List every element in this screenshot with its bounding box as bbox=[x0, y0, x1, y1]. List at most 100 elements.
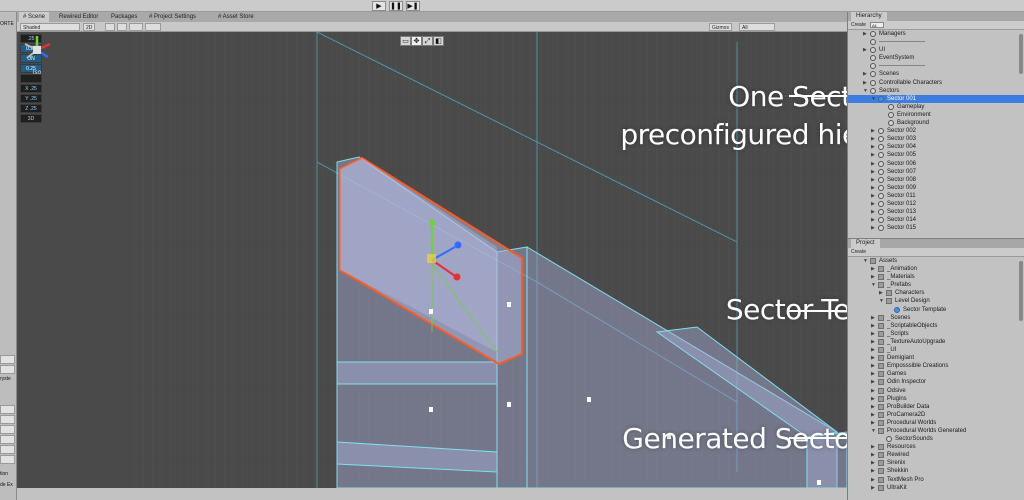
tree-row[interactable]: ▶ Sirenix bbox=[848, 459, 1024, 467]
custom-tool-icon[interactable]: ◧ bbox=[433, 36, 444, 46]
lighting-toggle[interactable] bbox=[105, 23, 115, 31]
expand-right-icon[interactable]: ▶ bbox=[871, 314, 877, 322]
snap-setting[interactable]: 3D bbox=[20, 114, 42, 123]
tab-asset-store[interactable]: # Asset Store bbox=[214, 12, 258, 22]
expand-right-icon[interactable]: ▶ bbox=[871, 143, 877, 151]
tab-scene[interactable]: # Scene bbox=[19, 12, 50, 22]
tree-row[interactable]: ▶ Rewired bbox=[848, 451, 1024, 459]
expand-right-icon[interactable]: ▶ bbox=[871, 387, 877, 395]
tree-row[interactable]: ▶ Sector 009 bbox=[848, 184, 1024, 192]
expand-right-icon[interactable]: ▶ bbox=[871, 208, 877, 216]
shading-mode-dropdown[interactable]: Shaded bbox=[20, 23, 80, 31]
expand-right-icon[interactable]: ▶ bbox=[871, 443, 877, 451]
tree-row[interactable]: Gameplay bbox=[848, 103, 1024, 111]
snap-setting[interactable]: Y .25 bbox=[20, 94, 42, 103]
project-tab[interactable]: Project bbox=[848, 239, 1024, 248]
expand-right-icon[interactable]: ▶ bbox=[871, 184, 877, 192]
expand-down-icon[interactable]: ▼ bbox=[863, 257, 869, 265]
expand-right-icon[interactable]: ▶ bbox=[871, 362, 877, 370]
expand-right-icon[interactable]: ▶ bbox=[871, 200, 877, 208]
tree-row[interactable]: ▶ Scenes bbox=[848, 70, 1024, 78]
rect-tool-icon[interactable]: ▭ bbox=[400, 36, 411, 46]
expand-right-icon[interactable]: ▶ bbox=[871, 459, 877, 467]
expand-right-icon[interactable]: ▶ bbox=[871, 330, 877, 338]
expand-right-icon[interactable]: ▶ bbox=[871, 273, 877, 281]
tree-row[interactable]: ▼ Procedural Worlds Generated bbox=[848, 427, 1024, 435]
effects-dropdown[interactable] bbox=[129, 23, 143, 31]
expand-down-icon[interactable]: ▼ bbox=[871, 427, 877, 435]
expand-right-icon[interactable]: ▶ bbox=[871, 467, 877, 475]
tree-row[interactable]: ----------------------- bbox=[848, 62, 1024, 70]
tree-row[interactable]: ▶ Sector 015 bbox=[848, 224, 1024, 232]
tree-row[interactable]: ▶ Procedural Worlds bbox=[848, 419, 1024, 427]
tree-row[interactable]: ▶ Sector 013 bbox=[848, 208, 1024, 216]
tree-row[interactable]: EventSystem bbox=[848, 54, 1024, 62]
expand-right-icon[interactable]: ▶ bbox=[871, 403, 877, 411]
tree-row[interactable]: ▶ _UI bbox=[848, 346, 1024, 354]
tree-row[interactable]: ▼ Sectors bbox=[848, 87, 1024, 95]
left-strip-button[interactable] bbox=[0, 405, 15, 414]
tree-row[interactable]: ▶ Sector 006 bbox=[848, 160, 1024, 168]
tree-row[interactable]: ▶ Sector 005 bbox=[848, 151, 1024, 159]
tree-row[interactable]: ▶ Sector 004 bbox=[848, 143, 1024, 151]
tree-row[interactable]: ▶ _Scenes bbox=[848, 314, 1024, 322]
left-strip-button[interactable] bbox=[0, 455, 15, 464]
left-strip-button[interactable] bbox=[0, 355, 15, 364]
tree-row[interactable]: ▶ Resources bbox=[848, 443, 1024, 451]
tree-row[interactable]: Background bbox=[848, 119, 1024, 127]
tree-row[interactable]: ▼ Assets bbox=[848, 257, 1024, 265]
tree-row[interactable]: ▶ _ScriptableObjects bbox=[848, 322, 1024, 330]
left-strip-button[interactable] bbox=[0, 415, 15, 424]
tree-row[interactable]: ▶ Games bbox=[848, 370, 1024, 378]
expand-down-icon[interactable]: ▼ bbox=[871, 95, 877, 103]
expand-right-icon[interactable]: ▶ bbox=[871, 224, 877, 232]
tree-row[interactable]: ▶ Sector 014 bbox=[848, 216, 1024, 224]
tab-packages[interactable]: Packages bbox=[107, 12, 141, 22]
left-strip-button[interactable] bbox=[0, 435, 15, 444]
tree-row[interactable]: ▶ Controllable Characters bbox=[848, 79, 1024, 87]
expand-right-icon[interactable]: ▶ bbox=[871, 322, 877, 330]
tree-row[interactable]: ▶ Characters bbox=[848, 289, 1024, 297]
expand-right-icon[interactable]: ▶ bbox=[879, 289, 885, 297]
tree-row[interactable]: Sector Template bbox=[848, 306, 1024, 314]
hierarchy-tab[interactable]: Hierarchy bbox=[848, 12, 1024, 21]
tree-row[interactable]: ▶ _Animation bbox=[848, 265, 1024, 273]
expand-right-icon[interactable]: ▶ bbox=[871, 476, 877, 484]
tree-row[interactable]: ▶ ProCamera2D bbox=[848, 411, 1024, 419]
tab-project-settings[interactable]: # Project Settings bbox=[145, 12, 200, 22]
expand-right-icon[interactable]: ▶ bbox=[871, 370, 877, 378]
snap-setting[interactable]: X .25 bbox=[20, 84, 42, 93]
expand-right-icon[interactable]: ▶ bbox=[871, 419, 877, 427]
orientation-gizmo-icon[interactable]: Iso bbox=[17, 32, 57, 80]
expand-right-icon[interactable]: ▶ bbox=[863, 46, 869, 54]
expand-right-icon[interactable]: ▶ bbox=[863, 70, 869, 78]
tree-row[interactable]: ▶ UltraKit bbox=[848, 484, 1024, 492]
tree-row[interactable]: ▶ _Materials bbox=[848, 273, 1024, 281]
expand-right-icon[interactable]: ▶ bbox=[871, 135, 877, 143]
tree-row[interactable]: ▶ Managers bbox=[848, 30, 1024, 38]
expand-right-icon[interactable]: ▶ bbox=[871, 216, 877, 224]
tree-row[interactable]: ▶ Sector 007 bbox=[848, 168, 1024, 176]
tree-row[interactable]: ▶ Shekkin bbox=[848, 467, 1024, 475]
play-button[interactable]: ▶ bbox=[372, 1, 386, 11]
tree-row[interactable]: ▶ Demigiant bbox=[848, 354, 1024, 362]
gizmos-dropdown[interactable]: Gizmos bbox=[709, 23, 732, 31]
expand-right-icon[interactable]: ▶ bbox=[871, 411, 877, 419]
expand-right-icon[interactable]: ▶ bbox=[871, 378, 877, 386]
audio-toggle[interactable] bbox=[117, 23, 127, 31]
hierarchy-search-input[interactable]: All bbox=[870, 22, 884, 28]
scene-search-input[interactable]: All bbox=[739, 23, 775, 31]
expand-right-icon[interactable]: ▶ bbox=[871, 160, 877, 168]
expand-right-icon[interactable]: ▶ bbox=[871, 168, 877, 176]
expand-right-icon[interactable]: ▶ bbox=[871, 265, 877, 273]
tree-row[interactable]: Environment bbox=[848, 111, 1024, 119]
left-strip-button[interactable] bbox=[0, 425, 15, 434]
tree-row[interactable]: ▶ Sector 003 bbox=[848, 135, 1024, 143]
tree-row[interactable]: ▶ Sector 002 bbox=[848, 127, 1024, 135]
hidden-objects-toggle[interactable] bbox=[145, 23, 161, 31]
tree-row[interactable]: ▶ TextMesh Pro bbox=[848, 476, 1024, 484]
tree-row[interactable]: ▼ Level Design bbox=[848, 297, 1024, 305]
tree-row[interactable]: ▶ Sector 008 bbox=[848, 176, 1024, 184]
pause-button[interactable]: ❚❚ bbox=[389, 1, 403, 11]
step-button[interactable]: ▶❚ bbox=[406, 1, 420, 11]
